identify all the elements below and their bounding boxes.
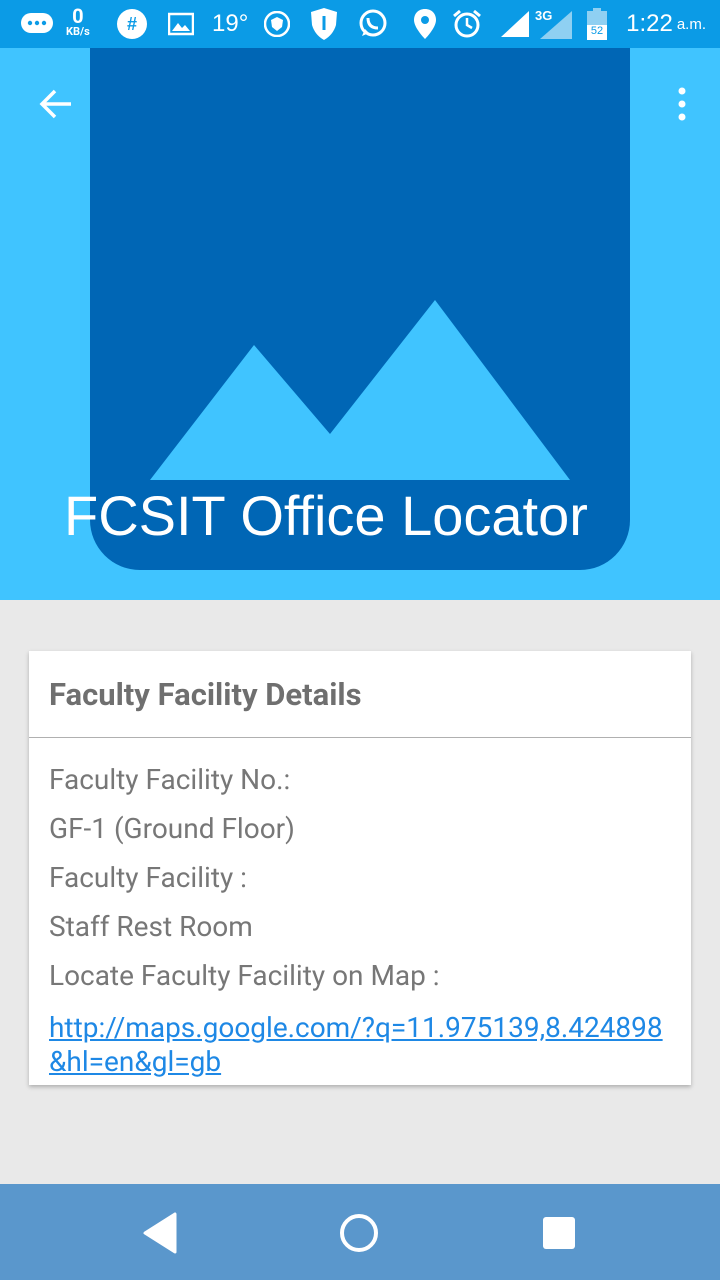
battery-level: 52 — [591, 25, 603, 37]
triangle-back-icon — [143, 1212, 177, 1254]
speed-value: 0 — [72, 4, 84, 28]
nav-recents-button[interactable] — [534, 1208, 584, 1258]
network-type: 3G — [535, 8, 552, 23]
messenger-icon — [18, 0, 56, 48]
speed-unit: KB/s — [66, 25, 90, 38]
facility-no-value: GF-1 (Ground Floor) — [49, 812, 295, 845]
circle-home-icon — [340, 1214, 378, 1252]
facility-label: Faculty Facility : — [49, 861, 247, 894]
svg-text:#: # — [127, 14, 137, 34]
alarm-icon — [450, 0, 484, 48]
clock: 1:22 a.m. — [626, 0, 706, 48]
map-label: Locate Faculty Facility on Map : — [49, 959, 440, 992]
whatsapp-icon — [356, 0, 390, 48]
gallery-icon — [166, 0, 196, 48]
vpn-shield-icon — [262, 0, 292, 48]
back-button[interactable] — [28, 76, 84, 132]
temperature: 19° — [212, 10, 249, 37]
status-bar: 0 KB/s # 19° 3G 52 1:22 a.m. — [0, 0, 720, 48]
map-link[interactable]: http://maps.google.com/?q=11.975139,8.42… — [49, 1011, 671, 1079]
more-vert-icon — [678, 87, 686, 121]
slack-icon: # — [114, 0, 150, 48]
square-recents-icon — [543, 1217, 575, 1249]
facility-details-card: Faculty Facility Details Faculty Facilit… — [29, 651, 691, 1085]
clock-ampm: a.m. — [676, 15, 706, 33]
location-icon — [410, 0, 440, 48]
arrow-back-icon — [39, 89, 71, 119]
facility-no-label: Faculty Facility No.: — [49, 763, 291, 796]
network-speed: 0 KB/s — [66, 6, 90, 37]
navigation-bar — [0, 1184, 720, 1280]
security-shield-icon — [308, 0, 340, 48]
page-title: FCSIT Office Locator — [64, 484, 588, 547]
card-title: Faculty Facility Details — [29, 651, 691, 738]
mobile-data-icon: 3G — [534, 0, 574, 48]
signal-icon — [498, 0, 532, 48]
nav-back-button[interactable] — [134, 1208, 184, 1258]
battery-icon: 52 — [584, 0, 610, 48]
facility-value: Staff Rest Room — [49, 910, 253, 943]
nav-home-button[interactable] — [334, 1208, 384, 1258]
app-header: FCSIT Office Locator — [0, 48, 720, 600]
clock-time: 1:22 — [626, 10, 673, 37]
overflow-menu-button[interactable] — [662, 76, 702, 132]
card-body: Faculty Facility No.: GF-1 (Ground Floor… — [29, 738, 691, 1079]
